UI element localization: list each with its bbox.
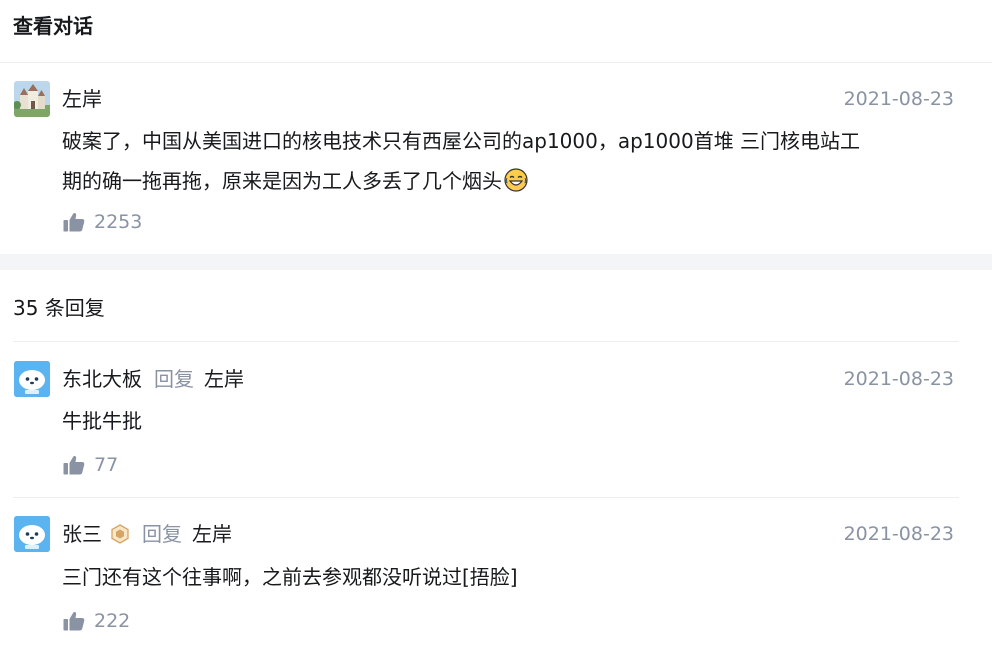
main-comment-line-2: 期的确一拖再拖，原来是因为工人多丢了几个烟头: [62, 161, 860, 201]
main-comment: 左岸 2021-08-23 破案了，中国从美国进口的核电技术只有西屋公司的ap1…: [0, 63, 992, 254]
reply-2-like-button[interactable]: 222: [63, 609, 130, 633]
reply-2-header: 张三 回复 左岸: [62, 520, 232, 548]
laughing-tears-emoji-icon: [504, 168, 528, 192]
reply-2-author[interactable]: 张三: [62, 520, 102, 548]
main-comment-content: 破案了，中国从美国进口的核电技术只有西屋公司的ap1000，ap1000首堆 三…: [62, 121, 860, 201]
reply-1-header: 东北大板 回复 左岸: [62, 365, 244, 393]
reply-1-like-count: 77: [94, 454, 119, 476]
reply-1-author[interactable]: 东北大板: [62, 365, 142, 393]
reply-2-date: 2021-08-23: [843, 523, 954, 545]
reply-2-like-count: 222: [94, 610, 131, 632]
thumbs-up-icon: [63, 612, 85, 631]
thumbs-up-icon: [63, 456, 85, 475]
cartoon-avatar-icon: [14, 361, 50, 397]
replies-count: 35 条回复: [13, 296, 105, 320]
main-comment-like-button[interactable]: 2253: [63, 210, 142, 234]
reply-2-content: 三门还有这个往事啊，之前去参观都没听说过[捂脸]: [62, 565, 518, 589]
main-comment-line-1: 破案了，中国从美国进口的核电技术只有西屋公司的ap1000，ap1000首堆 三…: [62, 129, 861, 153]
avatar-main-author[interactable]: [14, 81, 50, 117]
cartoon-avatar-icon: [14, 516, 50, 552]
main-comment-line-2-text: 期的确一拖再拖，原来是因为工人多丢了几个烟头: [62, 169, 502, 193]
avatar-reply-1[interactable]: [14, 361, 50, 397]
main-comment-author[interactable]: 左岸: [62, 85, 102, 113]
avatar-reply-2[interactable]: [14, 516, 50, 552]
page-header: 查看对话: [0, 0, 992, 63]
reply-1-reply-target[interactable]: 左岸: [204, 365, 244, 393]
reply-2-reply-label: 回复: [142, 522, 182, 546]
castle-avatar-icon: [14, 81, 50, 117]
reply-1-reply-label: 回复: [154, 367, 194, 391]
thumbs-up-icon: [63, 213, 85, 232]
reply-1-like-button[interactable]: 77: [63, 453, 118, 477]
divider: [13, 497, 959, 498]
reply-2-reply-target[interactable]: 左岸: [192, 520, 232, 548]
reply-1-date: 2021-08-23: [843, 368, 954, 390]
divider: [13, 341, 959, 342]
main-comment-date: 2021-08-23: [843, 88, 954, 110]
main-comment-header: 左岸: [62, 85, 102, 113]
page-title: 查看对话: [13, 14, 93, 38]
reply-1-content: 牛批牛批: [62, 409, 142, 433]
section-gap: [0, 254, 992, 270]
main-comment-like-count: 2253: [94, 211, 143, 233]
hexagon-badge-icon: [111, 524, 129, 544]
